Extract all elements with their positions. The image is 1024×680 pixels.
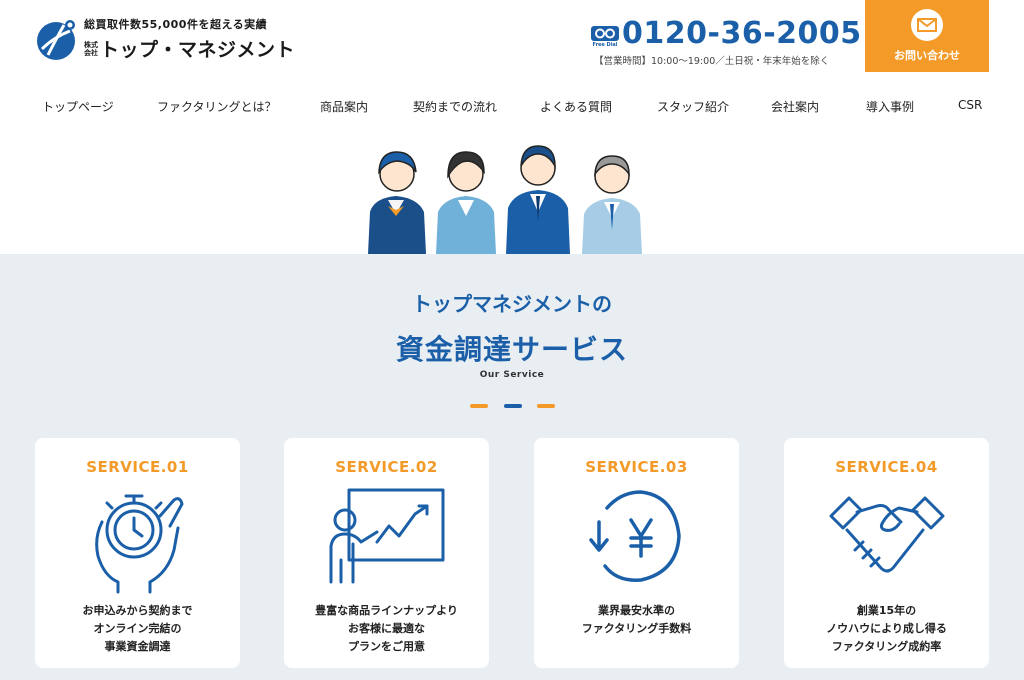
nav-item-products[interactable]: 商品案内 xyxy=(320,98,368,115)
presentation-chart-icon xyxy=(327,486,447,590)
section-title-en: Our Service xyxy=(479,370,545,380)
company-tagline: 総買取件数55,000件を超える実績 xyxy=(84,18,268,31)
contact-label: お問い合わせ xyxy=(894,49,960,62)
divider-dash-blue xyxy=(504,404,522,408)
service-description: 業界最安水準の ファクタリング手数料 xyxy=(581,604,692,635)
service-card-03[interactable]: SERVICE.03 業界最安水準の ファクタリング手数料 xyxy=(534,438,739,668)
freedial-label: Free Dial xyxy=(592,42,618,48)
service-label: SERVICE.03 xyxy=(585,458,688,476)
nav-item-company[interactable]: 会社案内 xyxy=(771,98,819,115)
section-title: 資金調達サービス xyxy=(395,333,628,366)
business-hours: 【営業時間】10:00〜19:00／土日祝・年末年始を除く xyxy=(594,56,830,67)
nav-item-cases[interactable]: 導入事例 xyxy=(866,98,914,115)
service-card-04[interactable]: SERVICE.04 創業15年の ノウハウにより成し得る ファクタリング成約率 xyxy=(784,438,989,668)
staff-group-icon xyxy=(368,145,642,254)
section-subtitle: トップマネジメントの xyxy=(412,292,612,316)
nav-item-top[interactable]: トップページ xyxy=(42,98,114,115)
contact-button[interactable]: お問い合わせ xyxy=(865,0,989,72)
service-card-02[interactable]: SERVICE.02 豊富な商品ラインナップより お客様に最適な プランをご用意 xyxy=(284,438,489,668)
phone-number[interactable]: 0120-36-2005 xyxy=(622,18,862,50)
service-label: SERVICE.01 xyxy=(86,458,189,476)
service-description: お申込みから契約まで オンライン完結の 事業資金調達 xyxy=(82,604,193,653)
freedial-icon: Free Dial xyxy=(590,24,620,50)
service-label: SERVICE.02 xyxy=(335,458,438,476)
staff-illustration xyxy=(0,130,1024,254)
site-header: 総買取件数55,000件を超える実績 株式会社 トップ・マネジメント Free … xyxy=(0,0,1024,85)
mail-icon xyxy=(911,9,943,41)
nav-item-factoring[interactable]: ファクタリングとは？ xyxy=(157,98,277,115)
stopwatch-hand-icon xyxy=(88,486,188,598)
global-nav: トップページ ファクタリングとは？ 商品案内 契約までの流れ よくある質問 スタ… xyxy=(0,92,1024,120)
section-divider xyxy=(470,404,560,408)
divider-dash-orange xyxy=(537,404,555,408)
nav-item-csr[interactable]: CSR xyxy=(958,98,982,112)
phone-contact: Free Dial 0120-36-2005 【営業時間】10:00〜19:00… xyxy=(590,18,862,67)
nav-item-faq[interactable]: よくある質問 xyxy=(540,98,612,115)
service-description: 創業15年の ノウハウにより成し得る ファクタリング成約率 xyxy=(826,604,947,653)
service-label: SERVICE.04 xyxy=(835,458,938,476)
nav-item-staff[interactable]: スタッフ紹介 xyxy=(657,98,729,115)
divider-dash-orange xyxy=(470,404,488,408)
services-section: トップマネジメントの 資金調達サービス Our Service SERVICE.… xyxy=(0,254,1024,680)
service-card-01[interactable]: SERVICE.01 お申込みから契約まで オンライン完結の 事業資金調達 xyxy=(35,438,240,668)
service-description: 豊富な商品ラインナップより お客様に最適な プランをご用意 xyxy=(315,604,458,653)
yen-down-arrow-icon xyxy=(587,486,687,590)
handshake-icon xyxy=(827,486,947,590)
logo-mark-icon xyxy=(34,17,78,61)
company-name: トップ・マネジメント xyxy=(100,39,296,61)
nav-item-flow[interactable]: 契約までの流れ xyxy=(413,98,497,115)
company-prefix: 株式会社 xyxy=(84,40,98,57)
company-logo[interactable]: 総買取件数55,000件を超える実績 株式会社 トップ・マネジメント xyxy=(34,16,295,62)
